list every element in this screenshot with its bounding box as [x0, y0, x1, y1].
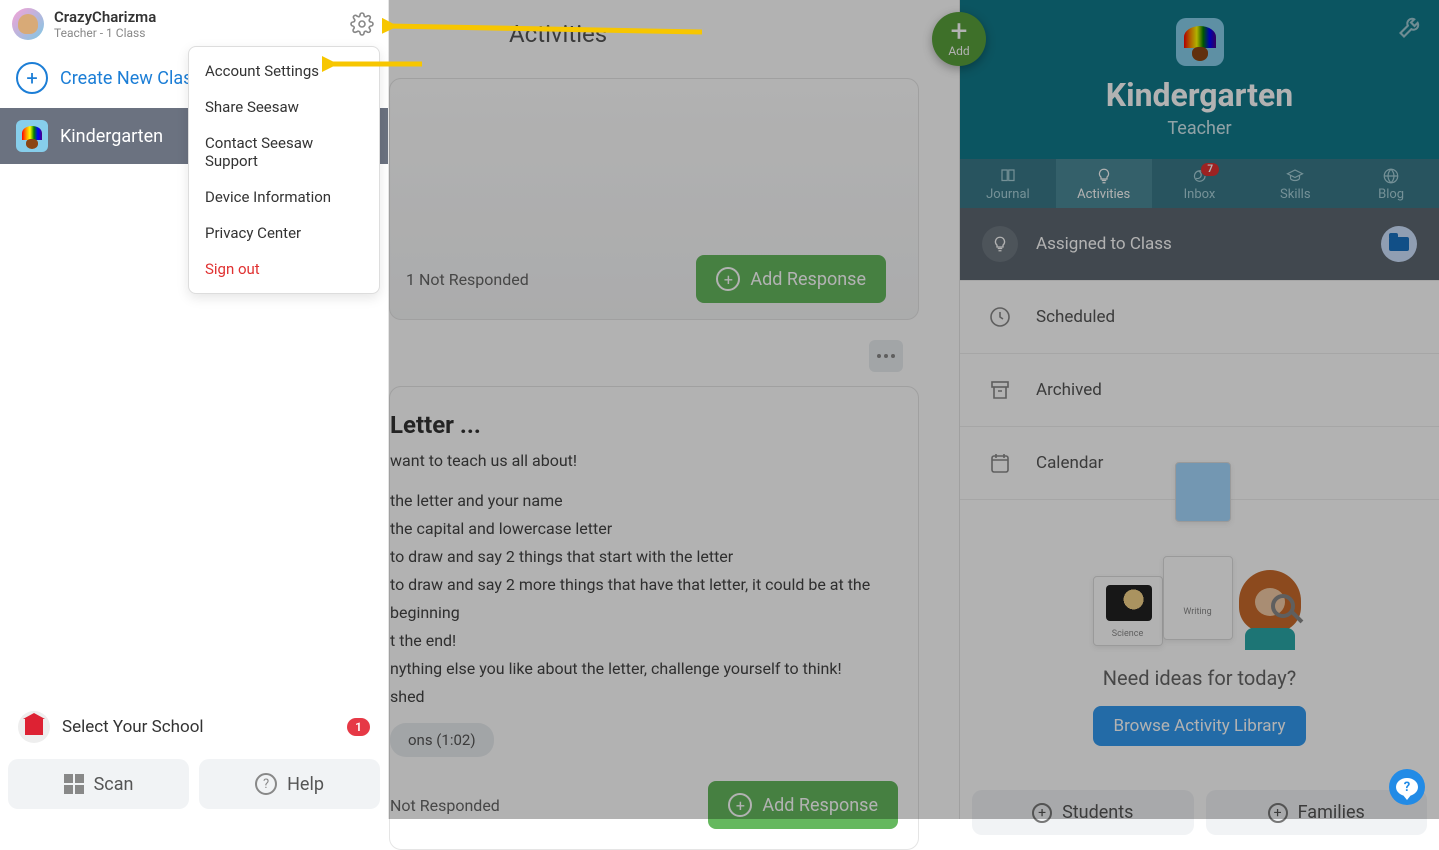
clock-icon	[982, 299, 1018, 335]
right-bottom-buttons: + Students + Families	[960, 776, 1439, 849]
right-nav-list: Assigned to Class Scheduled Archived C	[960, 208, 1439, 500]
qr-icon	[64, 774, 84, 794]
activities-feed: Activities 1 Not Responded + Add Respons…	[389, 0, 959, 819]
ideas-section: Writing Need ideas for today? Browse Act…	[960, 500, 1439, 776]
right-header: Kindergarten Teacher	[960, 0, 1439, 159]
card2-not-responded: Not Responded	[390, 796, 690, 815]
add-response-button-2[interactable]: + Add Response	[708, 781, 898, 829]
lightbulb-icon	[1093, 167, 1115, 185]
user-name: CrazyCharizma	[54, 8, 156, 26]
card2-body: want to teach us all about! the letter a…	[390, 447, 898, 711]
chat-icon: ?	[1396, 778, 1418, 796]
nav-scheduled[interactable]: Scheduled	[960, 281, 1439, 354]
plus-icon: +	[716, 267, 740, 291]
book-icon	[997, 167, 1019, 185]
add-response-label-2: Add Response	[762, 795, 878, 816]
lightbulb-icon	[982, 226, 1018, 262]
card2-title: Letter ...	[390, 411, 898, 439]
tab-activities[interactable]: Activities	[1056, 159, 1152, 208]
right-class-name: Kindergarten	[970, 76, 1429, 114]
select-school-button[interactable]: Select Your School 1	[8, 703, 380, 759]
menu-privacy-center[interactable]: Privacy Center	[189, 215, 379, 251]
tab-inbox[interactable]: 7 Inbox	[1152, 159, 1248, 208]
right-role: Teacher	[970, 118, 1429, 139]
tab-blog[interactable]: Blog	[1343, 159, 1439, 208]
archive-icon	[982, 372, 1018, 408]
ideas-text: Need ideas for today?	[980, 666, 1419, 690]
plus-icon: +	[1268, 803, 1288, 823]
inbox-badge: 7	[1201, 163, 1219, 176]
page-title: Activities	[509, 20, 919, 48]
plus-icon: +	[1032, 803, 1052, 823]
nav-assigned[interactable]: Assigned to Class	[960, 208, 1439, 281]
menu-share-seesaw[interactable]: Share Seesaw	[189, 89, 379, 125]
gear-icon[interactable]	[348, 10, 376, 38]
user-meta: CrazyCharizma Teacher - 1 Class	[54, 8, 156, 40]
add-response-button[interactable]: + Add Response	[696, 255, 886, 303]
settings-dropdown: Account Settings Share Seesaw Contact Se…	[188, 46, 380, 294]
grad-cap-icon	[1284, 167, 1306, 185]
user-subtitle: Teacher - 1 Class	[54, 26, 156, 40]
support-chat-button[interactable]: ?	[1389, 769, 1425, 805]
create-new-class-label: Create New Class	[60, 68, 202, 89]
nav-archived[interactable]: Archived	[960, 354, 1439, 427]
browse-library-button[interactable]: Browse Activity Library	[1093, 706, 1305, 746]
help-label: Help	[287, 774, 324, 795]
menu-device-info[interactable]: Device Information	[189, 179, 379, 215]
class-item-label: Kindergarten	[60, 126, 163, 147]
add-fab[interactable]: + Add	[932, 12, 986, 66]
tab-journal[interactable]: Journal	[960, 159, 1056, 208]
add-response-label: Add Response	[750, 269, 866, 290]
scan-label: Scan	[94, 774, 134, 795]
rainbow-bear-icon	[1176, 18, 1224, 66]
instructions-pill[interactable]: ons (1:02)	[390, 723, 494, 757]
globe-icon	[1380, 167, 1402, 185]
right-panel: Kindergarten Teacher Journal Activities …	[959, 0, 1439, 819]
help-button[interactable]: ? Help	[199, 759, 380, 809]
tab-skills[interactable]: Skills	[1247, 159, 1343, 208]
plus-circle-icon: +	[16, 62, 48, 94]
activity-card-2: Letter ... want to teach us all about! t…	[389, 386, 919, 850]
menu-sign-out[interactable]: Sign out	[189, 251, 379, 287]
students-button[interactable]: + Students	[972, 790, 1194, 835]
activity-card-1: 1 Not Responded + Add Response	[389, 78, 919, 320]
user-avatar-icon	[12, 8, 44, 40]
right-tabs: Journal Activities 7 Inbox Skills Blog	[960, 159, 1439, 208]
add-fab-label: Add	[948, 44, 969, 58]
ideas-illustration: Writing	[980, 530, 1419, 650]
rainbow-bear-icon	[16, 120, 48, 152]
folder-icon[interactable]	[1381, 226, 1417, 262]
sidebar-bottom: Select Your School 1 Scan ? Help	[0, 693, 388, 819]
plus-icon: +	[950, 20, 967, 44]
calendar-icon	[982, 445, 1018, 481]
user-row[interactable]: CrazyCharizma Teacher - 1 Class	[0, 0, 388, 48]
school-badge: 1	[347, 718, 370, 736]
help-icon: ?	[255, 773, 277, 795]
plus-icon: +	[728, 793, 752, 817]
menu-contact-support[interactable]: Contact Seesaw Support	[189, 125, 379, 179]
scan-button[interactable]: Scan	[8, 759, 189, 809]
card1-more-button[interactable]	[869, 340, 903, 372]
school-icon	[18, 711, 50, 743]
card1-not-responded: 1 Not Responded	[406, 270, 676, 289]
wrench-icon[interactable]	[1397, 12, 1425, 40]
select-school-label: Select Your School	[62, 717, 204, 737]
menu-account-settings[interactable]: Account Settings	[189, 53, 379, 89]
